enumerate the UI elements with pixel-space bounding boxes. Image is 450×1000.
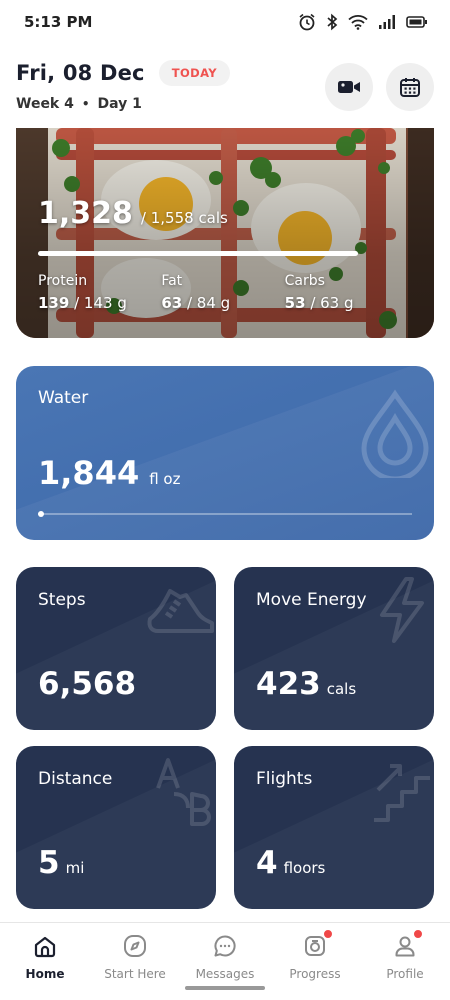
nav-icon-wrapper	[122, 933, 148, 959]
week-label: Week 4	[16, 96, 74, 112]
move-energy-tile[interactable]: Move Energy 423 cals	[234, 567, 434, 730]
a-to-b-icon	[156, 758, 211, 826]
nav-icon-wrapper	[392, 929, 423, 959]
video-button[interactable]	[325, 63, 373, 111]
macro-amount: 63	[161, 294, 183, 312]
macro-label: Protein	[38, 273, 88, 289]
wifi-icon	[348, 15, 368, 30]
today-badge[interactable]: TODAY	[158, 60, 230, 86]
battery-icon	[406, 16, 427, 28]
stairs-icon	[374, 764, 430, 822]
macro-value: 53 / 63 g	[285, 294, 408, 312]
day-label: Day 1	[97, 96, 142, 112]
date-row: Fri, 08 Dec TODAY	[16, 60, 230, 86]
macro-value: 63 / 84 g	[161, 294, 284, 312]
flights-value: 4 floors	[256, 845, 325, 881]
shoe-icon	[147, 589, 214, 633]
nav-item-home[interactable]: Home	[0, 923, 90, 1000]
water-card[interactable]: Water 1,844 fl oz	[16, 366, 434, 540]
macro-amount: 139	[38, 294, 70, 312]
chat-icon	[214, 935, 236, 957]
macro-value: 139 / 143 g	[38, 294, 161, 312]
home-indicator[interactable]	[185, 986, 265, 990]
macro-label: Carbs	[284, 273, 325, 289]
macro-goal: / 84 g	[186, 294, 231, 312]
calendar-button[interactable]	[386, 63, 434, 111]
signal-icon	[379, 15, 395, 29]
progress-icon	[305, 936, 325, 956]
macro-goal: / 63 g	[310, 294, 354, 312]
status-bar: 5:13 PM	[0, 0, 450, 44]
lightning-icon	[380, 577, 424, 643]
distance-value: 5 mi	[38, 845, 84, 881]
profile-icon	[395, 936, 415, 957]
separator-dot: •	[81, 97, 90, 111]
flights-tile[interactable]: Flights 4 floors	[234, 746, 434, 909]
nav-label: Progress	[289, 967, 341, 981]
steps-tile[interactable]: Steps 6,568	[16, 567, 216, 730]
current-date[interactable]: Fri, 08 Dec	[16, 61, 145, 85]
nav-label: Messages	[195, 967, 255, 981]
move-energy-amount: 423	[256, 666, 321, 702]
week-day-label: Week 4 • Day 1	[16, 96, 142, 112]
video-camera-icon	[338, 81, 360, 93]
water-unit: fl oz	[149, 470, 181, 488]
home-icon	[34, 936, 56, 958]
bluetooth-icon	[327, 13, 338, 31]
macros-row: Protein 139 / 143 g Fat 63 / 84 g Carbs …	[38, 273, 408, 312]
compass-icon	[124, 935, 146, 957]
calories-goal: / 1,558 cals	[140, 209, 228, 227]
distance-tile[interactable]: Distance 5 mi	[16, 746, 216, 909]
distance-unit: mi	[65, 859, 85, 877]
header: Fri, 08 Dec TODAY Week 4 • Day 1	[0, 56, 450, 126]
nav-item-progress[interactable]: Progress	[270, 923, 360, 1000]
nav-label: Home	[25, 967, 65, 981]
nav-label: Start Here	[104, 967, 166, 981]
distance-title: Distance	[38, 769, 113, 789]
flights-unit: floors	[283, 859, 326, 877]
macro-protein: Protein 139 / 143 g	[38, 273, 161, 312]
nav-icon-wrapper	[212, 933, 238, 959]
water-value: 1,844 fl oz	[38, 454, 181, 492]
status-icons	[298, 13, 428, 31]
calories-card[interactable]: 1,328 / 1,558 cals Protein 139 / 143 g F…	[16, 128, 434, 338]
nav-item-start-here[interactable]: Start Here	[90, 923, 180, 1000]
distance-amount: 5	[38, 845, 60, 881]
nav-icon-wrapper	[302, 929, 333, 959]
flights-amount: 4	[256, 845, 278, 881]
flights-title: Flights	[256, 769, 313, 789]
macro-goal: / 143 g	[74, 294, 127, 312]
water-progress-indicator	[38, 511, 44, 517]
move-energy-value: 423 cals	[256, 666, 356, 702]
notification-badge	[413, 929, 423, 939]
steps-value: 6,568	[38, 666, 136, 702]
macro-fat: Fat 63 / 84 g	[161, 273, 284, 312]
macro-amount: 53	[284, 294, 306, 312]
macro-label: Fat	[161, 273, 183, 289]
nav-item-profile[interactable]: Profile	[360, 923, 450, 1000]
steps-title: Steps	[38, 590, 86, 610]
water-title: Water	[38, 388, 89, 408]
alarm-icon	[299, 13, 315, 31]
steps-amount: 6,568	[38, 666, 137, 702]
nav-icon-wrapper	[32, 933, 58, 959]
calories-summary: 1,328 / 1,558 cals	[38, 196, 228, 231]
move-energy-title: Move Energy	[256, 590, 367, 610]
water-drop-icon	[361, 389, 429, 478]
water-amount: 1,844	[38, 454, 140, 492]
calendar-icon	[400, 78, 420, 97]
macro-carbs: Carbs 53 / 63 g	[285, 273, 408, 312]
calories-progress-bar	[38, 251, 358, 256]
status-time: 5:13 PM	[24, 13, 93, 31]
calories-consumed: 1,328	[38, 196, 133, 231]
notification-badge	[323, 929, 333, 939]
move-energy-unit: cals	[326, 680, 357, 698]
nav-label: Profile	[386, 967, 424, 981]
water-progress-track	[38, 511, 412, 517]
